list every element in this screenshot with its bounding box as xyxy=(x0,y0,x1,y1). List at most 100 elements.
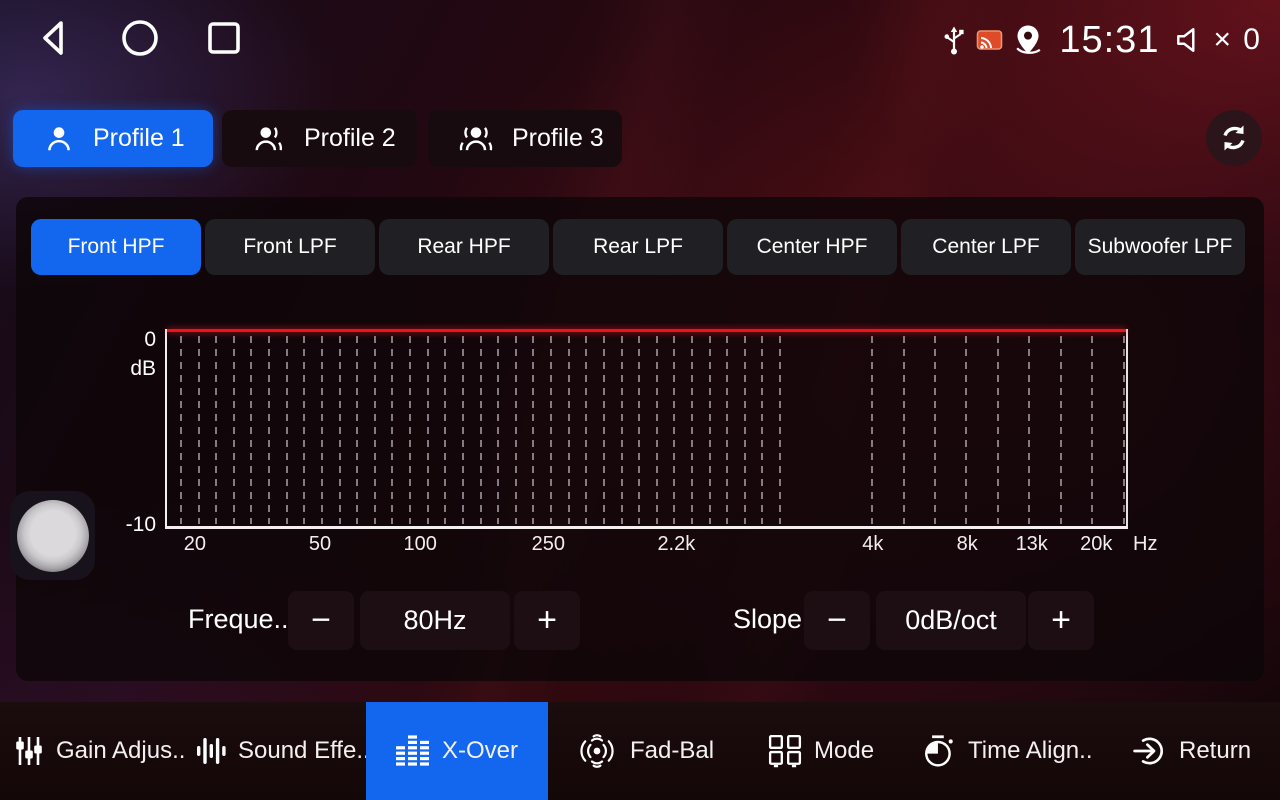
chart-gridline xyxy=(1123,336,1125,524)
frequency-minus-button[interactable]: − xyxy=(288,591,354,650)
chart-gridline xyxy=(997,336,999,524)
profile-2-button[interactable]: Profile 2 xyxy=(222,110,417,167)
profile-3-button[interactable]: Profile 3 xyxy=(428,110,622,167)
chart-gridline xyxy=(198,336,200,524)
x-tick-label: 20k xyxy=(1080,533,1112,556)
chart-gridline xyxy=(532,336,534,524)
nav-label: X-Over xyxy=(442,737,518,765)
x-tick-label: 8k xyxy=(957,533,978,556)
tab-label: Center LPF xyxy=(932,235,1039,259)
tab-label: Rear HPF xyxy=(417,235,510,259)
bottom-navigation: Gain Adjus.. Sound Effe.. xyxy=(0,702,1280,800)
tab-label: Front LPF xyxy=(243,235,336,259)
floating-assistive-knob[interactable] xyxy=(10,491,95,580)
frequency-plus-button[interactable]: + xyxy=(514,591,580,650)
frequency-response-chart xyxy=(165,329,1128,529)
volume-level: × 0 xyxy=(1213,23,1262,57)
frequency-value: 80Hz xyxy=(360,591,510,650)
tab-rear-lpf[interactable]: Rear LPF xyxy=(553,219,723,275)
android-recents-button[interactable] xyxy=(200,14,248,62)
slope-minus-button[interactable]: − xyxy=(804,591,870,650)
chart-gridline xyxy=(761,336,763,524)
x-tick-label: 2.2k xyxy=(657,533,695,556)
chart-gridline xyxy=(726,336,728,524)
chart-gridline xyxy=(268,336,270,524)
chart-gridline xyxy=(1060,336,1062,524)
grid-icon xyxy=(768,734,802,768)
y-tick-0: 0 xyxy=(112,328,156,352)
chart-gridline xyxy=(356,336,358,524)
y-tick-minus10: -10 xyxy=(112,513,156,537)
x-axis-unit: Hz xyxy=(1133,533,1157,556)
chart-gridline xyxy=(303,336,305,524)
tab-label: Front HPF xyxy=(68,235,165,259)
android-home-button[interactable] xyxy=(116,14,164,62)
back-icon xyxy=(34,16,74,60)
chart-gridline xyxy=(215,336,217,524)
tab-front-lpf[interactable]: Front LPF xyxy=(205,219,375,275)
stopwatch-icon xyxy=(922,734,956,768)
chart-gridline xyxy=(409,336,411,524)
person-3-icon xyxy=(458,123,494,155)
x-tick-label: 250 xyxy=(532,533,565,556)
tab-label: Center HPF xyxy=(757,235,868,259)
chart-gridline xyxy=(480,336,482,524)
frequency-label: Freque.. xyxy=(188,604,289,635)
profile-1-button[interactable]: Profile 1 xyxy=(13,110,213,167)
profile-1-label: Profile 1 xyxy=(93,124,185,153)
slope-plus-button[interactable]: + xyxy=(1028,591,1094,650)
chart-gridline xyxy=(638,336,640,524)
usb-icon xyxy=(942,23,966,57)
nav-gain-adjust[interactable]: Gain Adjus.. xyxy=(14,702,185,800)
nav-label: Sound Effe.. xyxy=(238,737,370,765)
chart-gridline xyxy=(250,336,252,524)
nav-return[interactable]: Return xyxy=(1133,702,1251,800)
chart-gridline xyxy=(462,336,464,524)
android-back-button[interactable] xyxy=(30,14,78,62)
chart-gridline xyxy=(427,336,429,524)
knob-icon xyxy=(17,500,89,572)
chart-gridline xyxy=(339,336,341,524)
tab-front-hpf[interactable]: Front HPF xyxy=(31,219,201,275)
tab-center-hpf[interactable]: Center HPF xyxy=(727,219,897,275)
nav-fad-bal[interactable]: Fad-Bal xyxy=(576,702,714,800)
tab-rear-hpf[interactable]: Rear HPF xyxy=(379,219,549,275)
tab-subwoofer-lpf[interactable]: Subwoofer LPF xyxy=(1075,219,1245,275)
nav-label: Gain Adjus.. xyxy=(56,737,185,765)
chart-gridline xyxy=(233,336,235,524)
chart-gridline xyxy=(691,336,693,524)
chart-gridline xyxy=(550,336,552,524)
nav-sound-effects[interactable]: Sound Effe.. xyxy=(196,702,370,800)
chart-gridline xyxy=(621,336,623,524)
nav-xover[interactable]: X-Over xyxy=(366,702,548,800)
location-icon xyxy=(1013,24,1043,57)
tab-center-lpf[interactable]: Center LPF xyxy=(901,219,1071,275)
nav-mode[interactable]: Mode xyxy=(768,702,874,800)
return-icon xyxy=(1133,734,1167,768)
gain-sliders-icon xyxy=(14,735,44,767)
chart-gridline xyxy=(934,336,936,524)
fader-balance-icon xyxy=(576,733,618,769)
tab-label: Subwoofer LPF xyxy=(1088,235,1233,259)
chart-gridline xyxy=(585,336,587,524)
nav-label: Return xyxy=(1179,737,1251,765)
nav-label: Mode xyxy=(814,737,874,765)
chart-gridline xyxy=(180,336,182,524)
x-tick-label: 20 xyxy=(184,533,206,556)
profile-3-label: Profile 3 xyxy=(512,124,604,153)
person-icon xyxy=(43,123,75,155)
chart-gridline xyxy=(903,336,905,524)
tab-label: Rear LPF xyxy=(593,235,683,259)
slope-value: 0dB/oct xyxy=(876,591,1026,650)
chart-gridline xyxy=(779,336,781,524)
x-tick-label: 100 xyxy=(404,533,437,556)
x-tick-label: 50 xyxy=(309,533,331,556)
chart-gridline xyxy=(374,336,376,524)
x-tick-label: 13k xyxy=(1016,533,1048,556)
chart-gridline xyxy=(744,336,746,524)
nav-time-align[interactable]: Time Align.. xyxy=(922,702,1093,800)
chart-gridline xyxy=(965,336,967,524)
refresh-button[interactable] xyxy=(1206,110,1262,166)
chart-gridline xyxy=(515,336,517,524)
refresh-icon xyxy=(1218,122,1250,154)
